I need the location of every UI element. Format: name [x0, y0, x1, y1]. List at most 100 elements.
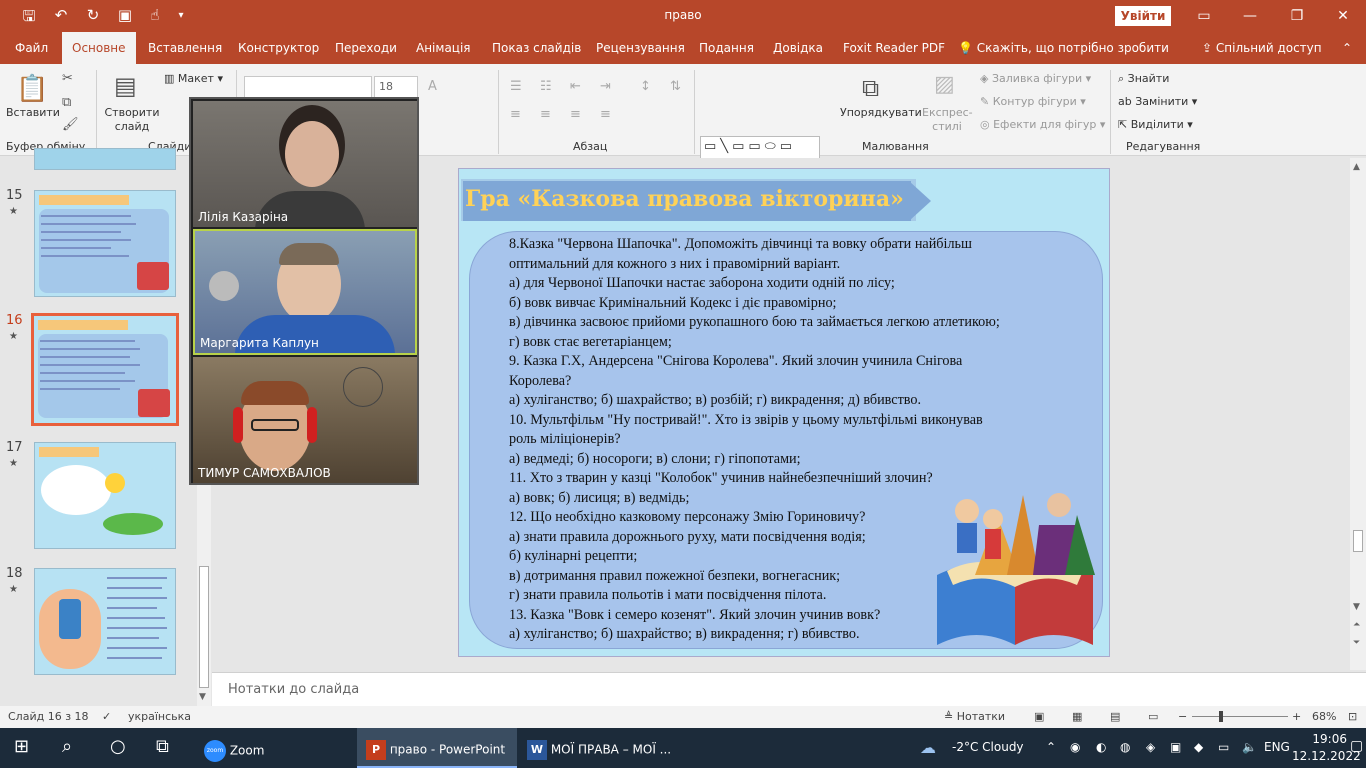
cortana-icon[interactable]: ○: [110, 736, 126, 757]
tab-transitions[interactable]: Переходи: [335, 41, 397, 55]
zoom-in-icon[interactable]: +: [1292, 710, 1301, 723]
task-view-icon[interactable]: ⧉: [156, 736, 169, 757]
quick-styles-button[interactable]: Експрес-стилі: [922, 106, 973, 134]
notifications-chevron-icon[interactable]: ⌃: [1046, 740, 1056, 754]
find-button[interactable]: ⌕ Знайти: [1118, 72, 1169, 86]
restore-icon[interactable]: ❐: [1283, 4, 1311, 28]
scroll-down-icon[interactable]: ▼: [1353, 602, 1360, 612]
scrollbar-thumb[interactable]: [199, 566, 209, 688]
bullets-icon[interactable]: ☰: [510, 80, 522, 94]
shape-outline-button[interactable]: ✎ Контур фігури ▾: [980, 95, 1086, 108]
next-slide-icon[interactable]: ⏷: [1353, 638, 1360, 648]
slide-sorter-icon[interactable]: ▦: [1072, 710, 1082, 723]
tray-app-icon[interactable]: ◈: [1146, 740, 1155, 754]
notification-center-icon[interactable]: ▢: [1350, 738, 1363, 754]
copy-icon[interactable]: ⧉: [62, 96, 71, 110]
zoom-tray-icon[interactable]: ◉: [1070, 740, 1080, 754]
tray-app-icon[interactable]: ▣: [1170, 740, 1181, 754]
slide-canvas[interactable]: Гра «Казкова правова вікторина» 8.Казка …: [458, 168, 1110, 657]
new-slide-icon[interactable]: ▤: [114, 72, 137, 100]
line-spacing-icon[interactable]: ↕: [640, 80, 651, 94]
taskbar-app-powerpoint[interactable]: P право - PowerPoint: [366, 740, 505, 760]
tab-foxit[interactable]: Foxit Reader PDF: [843, 41, 945, 55]
slide-thumbnail-selected[interactable]: [31, 313, 179, 426]
taskbar-app-word[interactable]: W МОЇ ПРАВА – МОЇ ...: [527, 740, 671, 760]
grow-font-icon[interactable]: A: [428, 80, 437, 94]
normal-view-icon[interactable]: ▣: [1034, 710, 1044, 723]
tab-help[interactable]: Довідка: [773, 41, 823, 55]
zoom-slider[interactable]: [1192, 716, 1288, 717]
participant-video-tile[interactable]: Лілія Казаріна: [193, 101, 417, 227]
shape-fill-button[interactable]: ◈ Заливка фігури ▾: [980, 72, 1091, 85]
tab-slideshow[interactable]: Показ слайдів: [492, 41, 581, 55]
editor-scrollbar[interactable]: ▲ ▼ ⏶ ⏷: [1350, 158, 1366, 670]
close-icon[interactable]: ✕: [1329, 4, 1357, 28]
sign-in-button[interactable]: Увійти: [1115, 6, 1171, 26]
font-size-input[interactable]: 18: [374, 76, 418, 98]
ribbon-options-icon[interactable]: ▭: [1190, 4, 1218, 28]
text-direction-icon[interactable]: ⇅: [670, 80, 681, 94]
indent-icon[interactable]: ⇤: [570, 80, 581, 94]
slideshow-icon[interactable]: ▭: [1148, 710, 1158, 723]
taskbar-app-zoom[interactable]: zoom Zoom: [204, 740, 264, 762]
format-painter-icon[interactable]: 🖌: [62, 118, 79, 132]
select-button[interactable]: ⇱ Виділити ▾: [1118, 118, 1193, 131]
scrollbar-thumb[interactable]: [1353, 530, 1363, 552]
paste-icon[interactable]: 📋: [16, 74, 48, 104]
zoom-out-icon[interactable]: −: [1178, 710, 1187, 723]
scroll-down-icon[interactable]: ▼: [199, 692, 206, 702]
slide-thumbnail[interactable]: [34, 148, 176, 170]
weather-widget[interactable]: -2°C Cloudy: [952, 740, 1024, 754]
tab-design[interactable]: Конструктор: [238, 41, 319, 55]
tab-view[interactable]: Подання: [699, 41, 754, 55]
collapse-ribbon-icon[interactable]: ⌃: [1342, 41, 1352, 55]
arrange-button[interactable]: Упорядкувати: [840, 106, 922, 119]
shape-effects-button[interactable]: ◎ Ефекти для фігур ▾: [980, 118, 1105, 131]
align-left-icon[interactable]: ≡: [510, 108, 521, 122]
keyboard-language[interactable]: ENG: [1264, 740, 1290, 754]
tab-file[interactable]: Файл: [15, 41, 48, 55]
tab-insert[interactable]: Вставлення: [148, 41, 222, 55]
replace-button[interactable]: ab Замінити ▾: [1118, 95, 1197, 108]
font-name-input[interactable]: [244, 76, 372, 98]
zoom-video-gallery[interactable]: Лілія Казаріна Маргарита Каплун ТИМУР СА…: [189, 97, 419, 485]
fit-slide-icon[interactable]: ⊡: [1348, 710, 1357, 723]
notes-pane[interactable]: Нотатки до слайда: [212, 672, 1366, 706]
zoom-slider-thumb[interactable]: [1219, 711, 1223, 722]
minimize-icon[interactable]: —: [1236, 4, 1264, 28]
share-button[interactable]: ⇪ Спільний доступ: [1202, 41, 1322, 55]
participant-video-tile-active[interactable]: Маргарита Каплун: [193, 229, 417, 355]
reading-view-icon[interactable]: ▤: [1110, 710, 1120, 723]
tab-home[interactable]: Основне: [62, 32, 136, 64]
slide-thumbnail[interactable]: [34, 442, 176, 549]
tray-app-icon[interactable]: ◆: [1194, 740, 1203, 754]
zoom-level[interactable]: 68%: [1312, 710, 1336, 723]
justify-icon[interactable]: ≡: [600, 108, 611, 122]
clock-time[interactable]: 19:06: [1303, 732, 1347, 746]
scroll-up-icon[interactable]: ▲: [1353, 162, 1360, 172]
arrange-icon[interactable]: ⧉: [862, 74, 879, 102]
network-icon[interactable]: ▭: [1218, 740, 1229, 754]
slide-thumbnail[interactable]: [34, 190, 176, 297]
tray-app-icon[interactable]: ◐: [1096, 740, 1106, 754]
new-slide-button[interactable]: Створити слайд: [104, 106, 160, 134]
align-right-icon[interactable]: ≡: [570, 108, 581, 122]
volume-icon[interactable]: 🔈: [1242, 740, 1257, 754]
slide-title[interactable]: Гра «Казкова правова вікторина»: [465, 186, 904, 212]
cut-icon[interactable]: ✂: [62, 72, 73, 86]
notes-toggle[interactable]: ≜ Нотатки: [944, 710, 1005, 723]
tab-review[interactable]: Рецензування: [596, 41, 685, 55]
tell-me-search[interactable]: 💡 Скажіть, що потрібно зробити: [958, 41, 1169, 55]
previous-slide-icon[interactable]: ⏶: [1353, 620, 1360, 630]
windows-start-icon[interactable]: ⊞: [14, 736, 29, 757]
tray-app-icon[interactable]: ◍: [1120, 740, 1130, 754]
tab-animations[interactable]: Анімація: [416, 41, 471, 55]
outdent-icon[interactable]: ⇥: [600, 80, 611, 94]
paste-button[interactable]: Вставити: [6, 106, 60, 119]
align-center-icon[interactable]: ≡: [540, 108, 551, 122]
participant-video-tile[interactable]: ТИМУР САМОХВАЛОВ: [193, 357, 417, 483]
slide-thumbnail[interactable]: [34, 568, 176, 675]
layout-button[interactable]: ▥ Макет ▾: [164, 72, 223, 85]
numbering-icon[interactable]: ☷: [540, 80, 552, 94]
language-indicator[interactable]: українська: [128, 710, 191, 723]
